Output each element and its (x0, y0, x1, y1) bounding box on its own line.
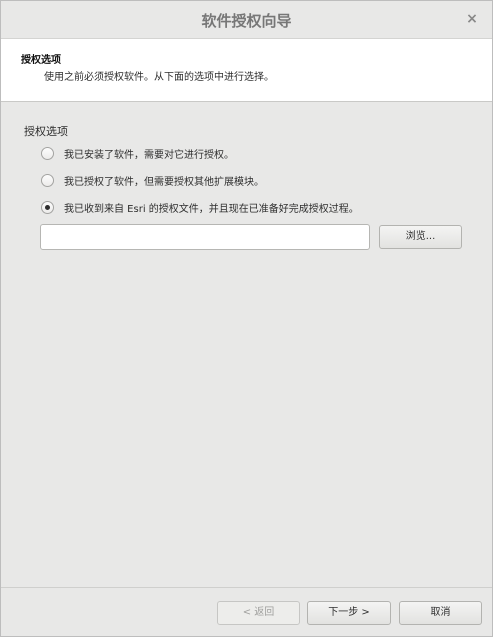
close-icon[interactable]: × (462, 9, 482, 29)
option-label: 我已收到来自 Esri 的授权文件，并且现在已准备好完成授权过程。 (64, 204, 359, 215)
header-title: 授权选项 (21, 55, 61, 66)
wizard-header: 授权选项 使用之前必须授权软件。从下面的选项中进行选择。 (1, 39, 492, 102)
next-button[interactable]: 下一步 > (307, 601, 391, 625)
license-wizard-window: 软件授权向导 × 授权选项 使用之前必须授权软件。从下面的选项中进行选择。 授权… (0, 0, 493, 637)
browse-button[interactable]: 浏览... (379, 225, 462, 249)
radio-button-selected[interactable] (41, 201, 54, 214)
option-label: 我已安装了软件，需要对它进行授权。 (64, 150, 234, 161)
option-label: 我已授权了软件，但需要授权其他扩展模块。 (64, 177, 264, 188)
title-bar[interactable]: 软件授权向导 × (1, 1, 492, 39)
header-description: 使用之前必须授权软件。从下面的选项中进行选择。 (44, 72, 274, 83)
back-button[interactable]: < 返回 (217, 601, 300, 625)
radio-button[interactable] (41, 174, 54, 187)
license-file-path-input[interactable] (40, 224, 370, 250)
footer-divider (1, 587, 492, 588)
window-title: 软件授权向导 (201, 12, 292, 30)
radio-button[interactable] (41, 147, 54, 160)
options-group-label: 授权选项 (24, 125, 68, 138)
cancel-button[interactable]: 取消 (399, 601, 482, 625)
